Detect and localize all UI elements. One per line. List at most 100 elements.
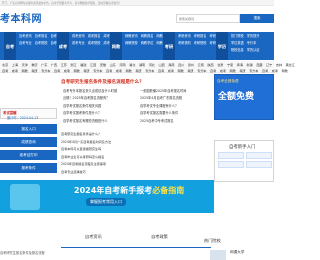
nav-link[interactable]: 院校信息 [231,48,244,53]
province-link[interactable]: 辽宁 [266,63,272,67]
province-link[interactable]: 福建 [80,63,86,67]
guide-tile[interactable] [246,161,272,168]
bottom-link[interactable]: 自考研究生报名条件及报名流程 [0,250,45,255]
province-link[interactable]: 云南 [198,63,204,67]
province-link[interactable]: 自考 [158,69,164,73]
province-link[interactable]: 河北 [149,63,155,67]
list-item[interactable]: 自学考试报名条件相关问题 [63,103,138,110]
nav-head-chengkao[interactable]: 成考 [57,32,69,60]
province-link[interactable]: 成考 [168,69,174,73]
province-link[interactable]: 陕西 [207,63,213,67]
province-link[interactable]: 网教 [74,69,80,73]
province-link[interactable]: 安徽 [100,63,106,67]
province-link[interactable]: 成考 [272,69,278,73]
nav-link[interactable]: 学历认证 [247,48,260,53]
admission-ticket-button[interactable]: 准考证打印 [0,150,57,160]
province-link[interactable]: 专升本 [197,69,206,73]
nav-link[interactable]: 学历提升 [247,34,260,39]
province-link[interactable]: 甘肃 [217,63,223,67]
list-item[interactable]: 自学考试专业课程有什么？ [140,103,212,110]
province-link[interactable]: 海南 [168,63,174,67]
tab-zikao-policy[interactable]: 自考政策 [151,234,168,239]
list-item[interactable]: 2024年4月广东自考报名时间及方法 [61,139,211,147]
search-input[interactable] [177,15,239,22]
nav-head-zikao[interactable]: 自考 [4,32,16,60]
search-button[interactable]: 搜索 [240,14,274,23]
province-link[interactable]: 自考 [210,69,216,73]
province-link[interactable]: 广西 [51,63,57,67]
school-thumbnail[interactable] [210,250,226,260]
province-link[interactable]: 网教 [282,69,288,73]
province-link[interactable]: 专升本 [145,69,154,73]
list-item[interactable]: 2025自考中专考试报名 [140,118,212,125]
nav-link[interactable]: 自考专业 [19,41,32,46]
nav-link[interactable]: 成考资讯 [72,34,85,39]
province-link[interactable]: 网教 [126,69,132,73]
province-link[interactable]: 专升本 [249,69,258,73]
guide-tile[interactable] [218,161,244,168]
province-link[interactable]: 网教 [178,69,184,73]
province-link[interactable]: 山东 [110,63,116,67]
nav-link[interactable]: 考研调剂 [178,41,191,46]
province-link[interactable]: 成考 [116,69,122,73]
nav-link[interactable]: 网教报名 [141,34,154,39]
province-link[interactable]: 成考 [64,69,70,73]
province-link[interactable]: 自考 [2,69,8,73]
province-link[interactable]: 成考 [220,69,226,73]
province-link[interactable]: 河南 [119,63,125,67]
list-item[interactable]: 近期！2025年自考报名流程有？ [63,95,138,102]
province-link[interactable]: 考研 [83,69,89,73]
list-item[interactable]: 2024年自考报名流程及注意事项 [61,161,211,169]
list-item[interactable]: 自学考试报名有哪些流程是什么 [63,118,138,125]
list-item[interactable]: 自考研究生报名条件是什么？ [61,131,211,139]
enroll-entry-button[interactable]: 报名入口 [0,124,57,134]
province-link[interactable]: 成考 [12,69,18,73]
nav-link[interactable]: 考研报名 [194,34,207,39]
province-link[interactable]: 广东 [41,63,47,67]
nav-link[interactable]: 成考院校 [88,41,101,46]
promo-ad[interactable]: 自考全部免费 全额免费 [214,74,274,120]
nav-link[interactable]: 网教学位 [141,41,154,46]
province-link[interactable]: 天津 [22,63,28,67]
nav-link[interactable]: 热门院校 [231,34,244,39]
nav-link[interactable]: 网教资讯 [125,34,138,39]
score-query-button[interactable]: 成绩查询 [0,137,57,147]
nav-link[interactable]: 学位英语 [231,41,244,46]
province-link[interactable]: 网教 [22,69,28,73]
province-link[interactable]: 黑龙江 [286,63,295,67]
province-link[interactable]: 四川 [178,63,184,67]
province-link[interactable]: 上海 [12,63,18,67]
nav-head-xueli[interactable]: 学历 [216,32,228,60]
province-link[interactable]: 自考 [106,69,112,73]
nav-link[interactable]: 成考报名 [88,34,101,39]
province-link[interactable]: 专升本 [93,69,102,73]
list-item[interactable]: 自考本科可以直接报研究生吗 [61,146,211,154]
province-link[interactable]: 江西 [90,63,96,67]
guide-banner[interactable]: 2024年自考新手报考必备指南 掌握报考常用入口 [0,180,214,213]
list-item[interactable]: 自学考试报名需要什么条件 [140,110,212,117]
list-item[interactable]: 自学考试报考条件是什么？ [63,110,138,117]
nav-link[interactable]: 网教院校 [125,41,138,46]
province-link[interactable]: 浙江 [70,63,76,67]
province-link[interactable]: 考研 [31,69,37,73]
site-logo[interactable]: 考本科网 [0,10,42,25]
nav-link[interactable]: 考研资讯 [178,34,191,39]
province-link[interactable]: 重庆 [31,63,37,67]
province-link[interactable]: 自考 [262,69,268,73]
province-link[interactable]: 湖南 [139,63,145,67]
list-item[interactable]: 自考专升本报名多久出成绩及什么时候 [63,88,138,95]
province-link[interactable]: 网教 [230,69,236,73]
guide-tile[interactable] [218,152,244,159]
province-link[interactable]: 青海 [237,63,243,67]
province-link[interactable]: 山西 [159,63,165,67]
headline[interactable]: 自考研究生报名条件及报名流程是什么？ [61,79,144,85]
province-link[interactable]: 贵州 [188,63,194,67]
eligibility-button[interactable]: 报考条件 [0,163,57,173]
list-item[interactable]: 自考专业选择技巧 [61,169,211,177]
province-link[interactable]: 考研 [135,69,141,73]
nav-link[interactable]: 自考报名 [35,34,48,39]
nav-head-wangjiao[interactable]: 网教 [110,32,122,60]
province-link[interactable]: 新疆 [247,63,253,67]
province-link[interactable]: 江苏 [61,63,67,67]
guide-tile[interactable] [246,152,272,159]
